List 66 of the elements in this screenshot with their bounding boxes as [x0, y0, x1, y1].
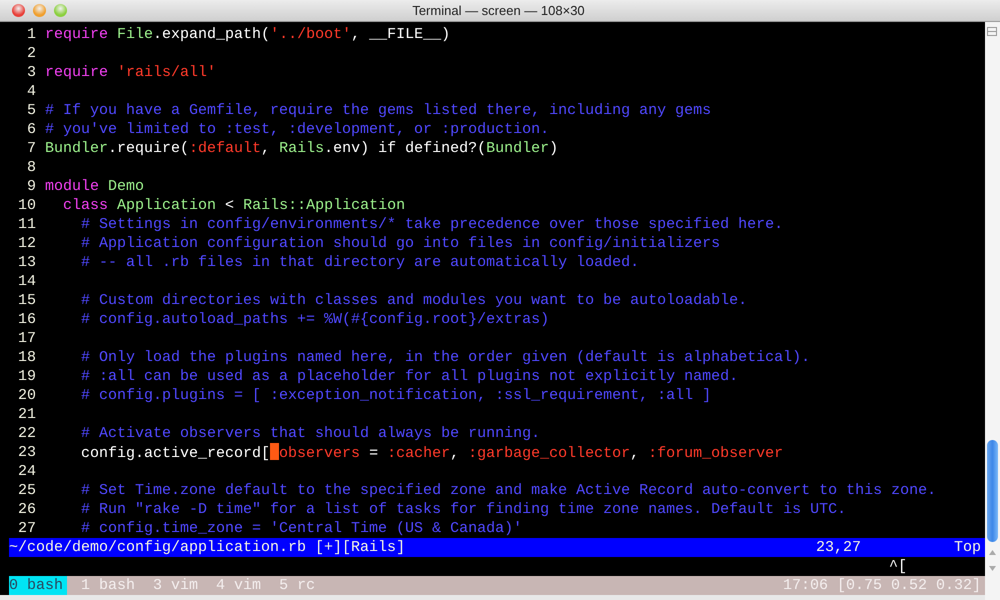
- code-line: # you've limited to :test, :development, or :production.: [45, 120, 550, 139]
- code-line: # Application configuration should go into files in config/initializers: [80, 234, 720, 253]
- command-text: ^[: [888, 557, 907, 576]
- line-number: 26: [16, 500, 36, 519]
- code-line: # -- all .rb files in that directory are automatically loaded.: [80, 253, 640, 272]
- line-number: 8: [26, 158, 36, 177]
- line-number: 2: [26, 44, 36, 63]
- code-line: # Set Time.zone default to the specified zone and make Active Record auto-convert to this zone.: [80, 481, 936, 500]
- line-number: 9: [26, 177, 36, 196]
- line-number: 17: [16, 329, 36, 348]
- line-number: 14: [16, 272, 36, 291]
- line-number: 10: [16, 196, 36, 215]
- code-line: require 'rails/all': [45, 63, 216, 82]
- line-number: 13: [16, 253, 36, 272]
- code-line: # Custom directories with classes and modules you want to be autoloadable.: [80, 291, 748, 310]
- load-clock: 17:06 [0.75 0.52 0.32]: [782, 576, 981, 595]
- line-number: 23: [16, 443, 36, 462]
- code-line: class Application < Rails::Application: [62, 196, 406, 215]
- scroll-thumb[interactable]: [987, 440, 998, 542]
- code-line: # config.autoload_paths += %W(#{config.root}/extras): [80, 310, 550, 329]
- line-number: 7: [26, 139, 36, 158]
- code-line: Bundler.require(:default, Rails.env) if defined?(Bundler): [45, 139, 558, 158]
- line-number: 25: [16, 481, 36, 500]
- line-number: 20: [16, 386, 36, 405]
- line-number: 11: [16, 215, 36, 234]
- code-line: # Run "rake -D time" for a list of tasks for finding time zone names. Default is UTC.: [80, 500, 846, 519]
- scroll-up-icon[interactable]: [989, 550, 996, 555]
- split-icon[interactable]: [987, 27, 997, 36]
- code-line: # Only load the plugins named here, in the order given (default is alphabetical).: [80, 348, 810, 367]
- line-number: 18: [16, 348, 36, 367]
- scroll-down-icon[interactable]: [989, 566, 996, 571]
- line-number: 19: [16, 367, 36, 386]
- code-line: require File.expand_path('../boot', __FILE__): [45, 25, 450, 44]
- code-line: # If you have a Gemfile, require the gems listed there, including any gems: [45, 101, 712, 120]
- minimize-button[interactable]: [33, 4, 46, 17]
- code-line: config.active_record[ observers = :cacher, :garbage_collector, :forum_observer: [80, 443, 784, 462]
- window-title: Terminal — screen — 108×30: [412, 2, 585, 18]
- line-number: 22: [16, 424, 36, 443]
- code-line: # config.plugins = [ :exception_notification, :ssl_requirement, :all ]: [80, 386, 712, 405]
- line-number: 27: [16, 519, 36, 538]
- line-number: 5: [26, 101, 36, 120]
- line-number: 12: [16, 234, 36, 253]
- line-number: 21: [16, 405, 36, 424]
- line-number: 24: [16, 462, 36, 481]
- scroll-position: Top: [954, 538, 981, 557]
- screen-window-tab[interactable]: 1 bash: [81, 576, 140, 595]
- line-number: 3: [26, 63, 36, 82]
- code-line: module Demo: [45, 177, 144, 196]
- close-button[interactable]: [12, 4, 25, 17]
- code-line: # Activate observers that should always be running.: [80, 424, 540, 443]
- line-number: 4: [26, 82, 36, 101]
- line-number: 16: [16, 310, 36, 329]
- line-number: 1: [26, 25, 36, 44]
- code-line: # config.time_zone = 'Central Time (US & Canada)': [80, 519, 522, 538]
- screen-window-tab[interactable]: 3 vim: [153, 576, 202, 595]
- screen-window-tab[interactable]: 0 bash: [9, 576, 68, 595]
- scrollbar[interactable]: [985, 22, 1000, 600]
- cursor-position: 23,27: [816, 538, 861, 557]
- code-line: # :all can be used as a placeholder for all plugins not explicitly named.: [80, 367, 738, 386]
- file-name: ~/code/demo/config/application.rb [+][Rails]: [9, 538, 406, 557]
- code-line: # Settings in config/environments/* take precedence over those specified here.: [80, 215, 784, 234]
- zoom-button[interactable]: [54, 4, 67, 17]
- screen-window-tab[interactable]: 4 vim: [216, 576, 266, 595]
- screen-window-tab[interactable]: 5 rc: [279, 576, 320, 595]
- line-number: 15: [16, 291, 36, 310]
- line-number: 6: [26, 120, 36, 139]
